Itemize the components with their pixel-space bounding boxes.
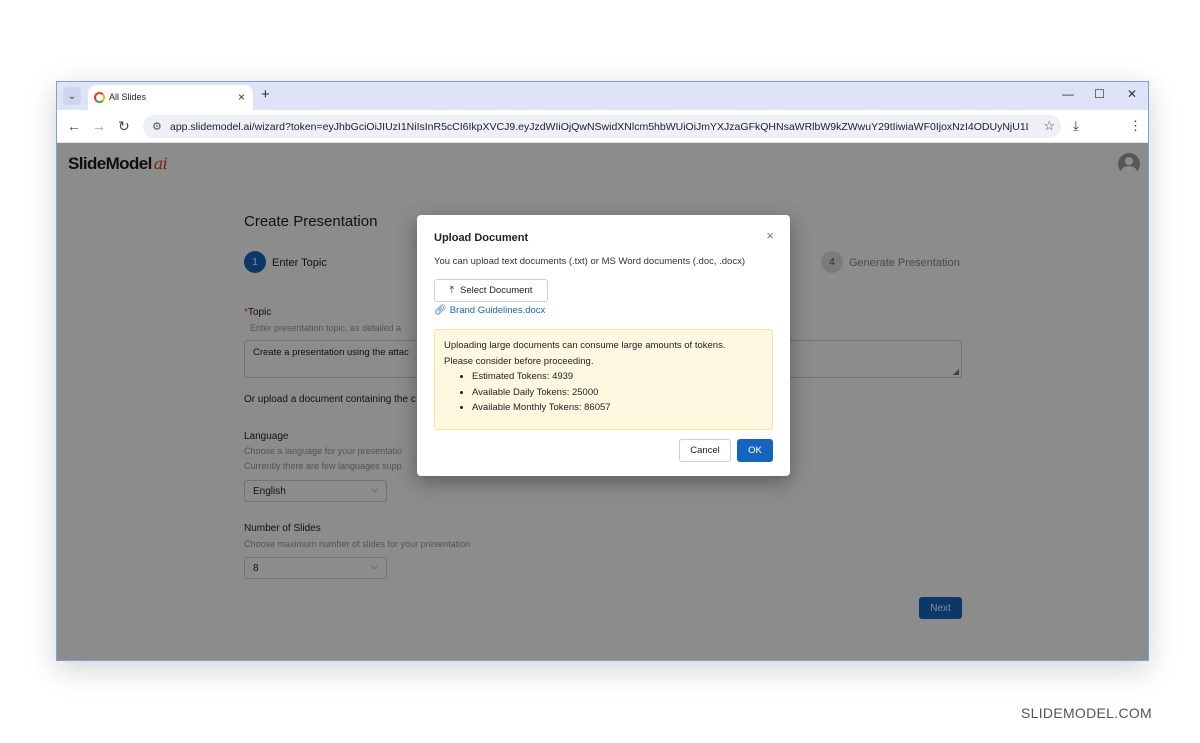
ok-button[interactable]: OK [737,439,773,462]
attached-file-link[interactable]: 🔗︎ Brand Guidelines.docx [434,305,545,316]
upload-document-dialog: Upload Document × You can upload text do… [417,215,790,476]
tab-title: All Slides [109,92,147,102]
tab-search-button[interactable]: ⌄ [63,87,81,105]
address-bar[interactable]: ⚙ app.slidemodel.ai/wizard?token=eyJhbGc… [143,115,1061,138]
dialog-title: Upload Document [434,232,529,244]
paperclip-icon: 🔗︎ [434,305,447,316]
select-document-button[interactable]: ⤒ Select Document [434,279,548,302]
url-text[interactable]: app.slidemodel.ai/wizard?token=eyJhbGciO… [170,121,1028,133]
daily-tokens: Available Daily Tokens: 25000 [472,385,763,401]
window-close-icon[interactable]: ✕ [1127,87,1137,101]
close-icon[interactable]: × [766,228,774,243]
chevron-down-icon: ⌄ [67,90,77,102]
app-page: SlideModel ai Create Presentation 1 Enter… [57,143,1148,660]
warning-line-2: Please consider before proceeding. [444,355,594,367]
dialog-description: You can upload text documents (.txt) or … [434,256,746,267]
tab-bar: ⌄ All Slides × + — ☐ ✕ [57,82,1148,110]
warning-line-1: Uploading large documents can consume la… [444,340,726,351]
reload-icon[interactable]: ↻ [118,118,130,135]
menu-dots-icon[interactable]: ⋮ [1129,118,1142,134]
token-warning-box: Uploading large documents can consume la… [434,329,773,430]
browser-tab[interactable]: All Slides × [88,85,253,110]
new-tab-button[interactable]: + [261,86,270,103]
watermark: SLIDEMODEL.COM [1021,705,1152,721]
monthly-tokens: Available Monthly Tokens: 86057 [472,400,763,416]
upload-icon: ⤒ [449,285,455,296]
cancel-button[interactable]: Cancel [679,439,731,462]
forward-arrow-icon[interactable]: → [92,118,106,134]
minimize-icon[interactable]: — [1062,87,1074,101]
close-icon[interactable]: × [238,90,245,104]
favicon-icon [94,92,105,103]
estimated-tokens: Estimated Tokens: 4939 [472,369,763,385]
browser-window: ⌄ All Slides × + — ☐ ✕ ← → ↻ ⚙ app.slide… [56,81,1149,661]
bookmark-star-icon[interactable]: ☆ [1043,118,1055,134]
back-arrow-icon[interactable]: ← [67,118,81,134]
maximize-icon[interactable]: ☐ [1094,87,1105,101]
site-info-icon[interactable]: ⚙ [152,120,162,133]
download-icon[interactable]: ⤓ [1073,118,1079,134]
browser-toolbar: ← → ↻ ⚙ app.slidemodel.ai/wizard?token=e… [57,110,1148,143]
